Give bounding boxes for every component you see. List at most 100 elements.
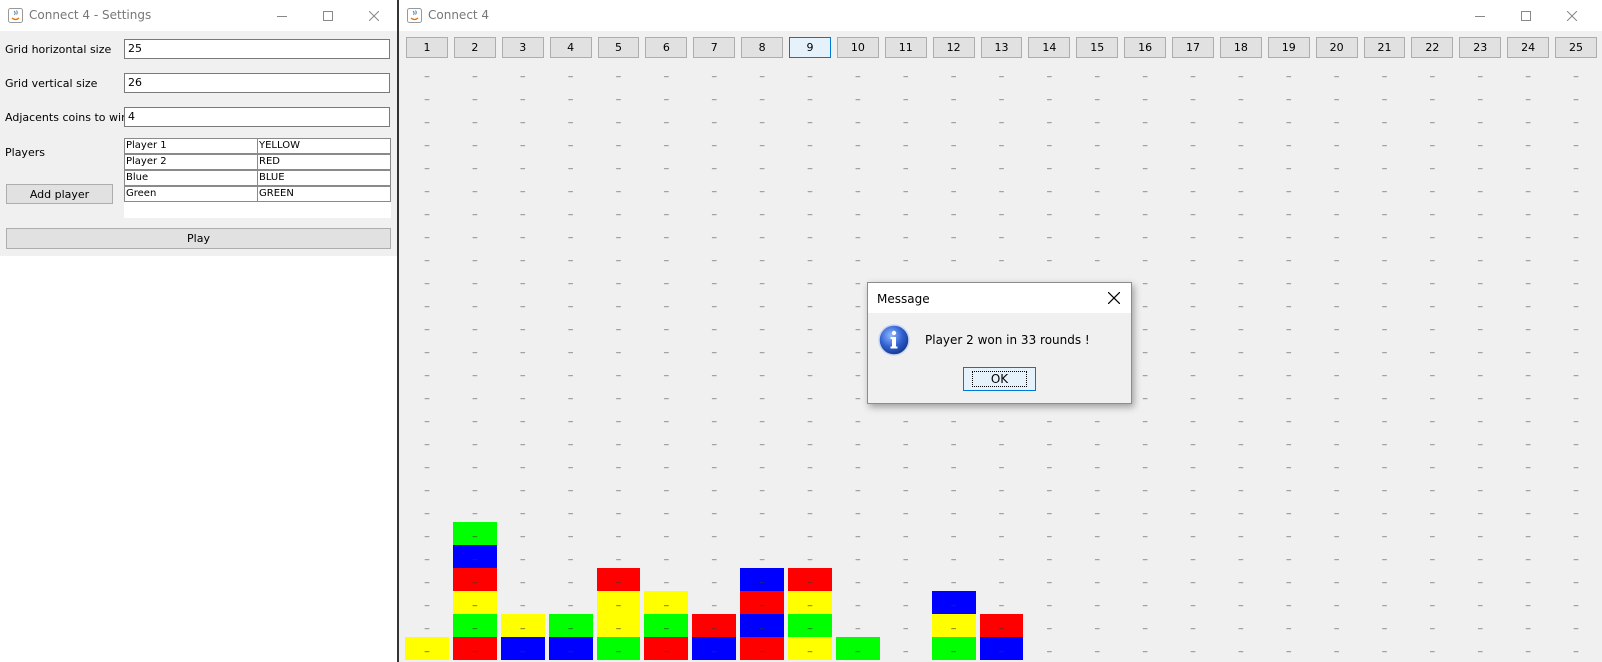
- close-button[interactable]: [351, 0, 397, 31]
- empty-cell: _: [711, 390, 717, 400]
- column-17-button[interactable]: 17: [1172, 37, 1214, 58]
- grid-horizontal-size-input[interactable]: 25: [124, 39, 390, 59]
- settings-title-bar[interactable]: Connect 4 - Settings: [0, 0, 397, 31]
- column-3-button[interactable]: 3: [501, 37, 544, 58]
- empty-cell: _: [1334, 91, 1339, 101]
- empty-cell: _: [568, 206, 573, 216]
- player-color-cell[interactable]: GREEN: [257, 186, 391, 202]
- close-icon: [369, 10, 379, 21]
- column-23-button[interactable]: 23: [1459, 37, 1502, 58]
- maximize-button[interactable]: [305, 0, 351, 31]
- column-24-button[interactable]: 24: [1507, 37, 1550, 58]
- empty-cell: _: [759, 390, 765, 400]
- empty-cell: _: [711, 367, 717, 377]
- empty-cell: _: [664, 68, 669, 78]
- column-10-button[interactable]: 10: [836, 37, 879, 58]
- add-player-button[interactable]: Add player: [6, 184, 113, 204]
- players-table[interactable]: Player 1 YELLOW Player 2 RED Blue BLUE G…: [124, 138, 391, 218]
- empty-cell: _: [1047, 597, 1052, 607]
- player-row[interactable]: Player 1 YELLOW: [124, 138, 391, 154]
- coin-cell: _: [644, 614, 689, 637]
- empty-cell: _: [1525, 68, 1531, 78]
- empty-cell: _: [951, 137, 956, 147]
- column-18-button[interactable]: 18: [1219, 37, 1262, 58]
- empty-cell: _: [1430, 344, 1435, 354]
- empty-cell: _: [759, 68, 765, 78]
- player-color-cell[interactable]: BLUE: [257, 170, 391, 186]
- empty-cell: _: [664, 390, 669, 400]
- empty-cell: _: [1142, 68, 1148, 78]
- empty-cell: _: [1286, 597, 1292, 607]
- empty-cell: _: [1286, 413, 1292, 423]
- empty-cell: _: [1238, 137, 1244, 147]
- player-row[interactable]: Player 2 RED: [124, 154, 391, 170]
- play-button[interactable]: Play: [6, 228, 391, 249]
- empty-cell: _: [568, 275, 573, 285]
- empty-cell: _: [472, 505, 478, 515]
- close-button[interactable]: [1549, 0, 1595, 31]
- empty-cell: _: [855, 551, 861, 561]
- column-1-button[interactable]: 1: [406, 37, 448, 58]
- empty-cell: _: [807, 459, 813, 469]
- column-12-button[interactable]: 12: [932, 37, 975, 58]
- game-title-bar[interactable]: Connect 4: [399, 0, 1602, 31]
- empty-cell: _: [807, 229, 813, 239]
- column-22-button[interactable]: 22: [1411, 37, 1454, 58]
- empty-cell: _: [1478, 459, 1483, 469]
- column-16-button[interactable]: 16: [1124, 37, 1167, 58]
- column-19-button[interactable]: 19: [1267, 37, 1310, 58]
- maximize-button[interactable]: [1503, 0, 1549, 31]
- empty-cell: _: [1286, 68, 1292, 78]
- minimize-button[interactable]: [1457, 0, 1503, 31]
- dialog-close-button[interactable]: [1099, 283, 1129, 313]
- empty-cell: _: [664, 229, 669, 239]
- player-row[interactable]: Green GREEN: [124, 186, 391, 202]
- player-name-cell[interactable]: Player 2: [124, 154, 258, 170]
- player-color-cell[interactable]: RED: [257, 154, 391, 170]
- player-color-cell[interactable]: YELLOW: [257, 138, 391, 154]
- ok-button[interactable]: OK: [963, 367, 1036, 391]
- column-2-button[interactable]: 2: [453, 37, 496, 58]
- coin-cell: _: [931, 591, 976, 614]
- column-7-button[interactable]: 7: [693, 37, 736, 58]
- empty-cell: _: [1382, 528, 1387, 538]
- empty-cell: _: [1573, 160, 1579, 170]
- empty-cell: _: [1382, 482, 1387, 492]
- empty-cell: _: [472, 206, 478, 216]
- empty-cell: _: [1238, 183, 1244, 193]
- empty-cell: _: [1382, 367, 1387, 377]
- empty-cell: _: [1573, 597, 1579, 607]
- empty-cell: _: [616, 344, 621, 354]
- column-21-button[interactable]: 21: [1363, 37, 1406, 58]
- empty-cell: _: [1382, 275, 1387, 285]
- column-9-button[interactable]: 9: [789, 37, 831, 58]
- column-13-button[interactable]: 13: [980, 37, 1023, 58]
- column-6-button[interactable]: 6: [645, 37, 688, 58]
- empty-cell: _: [1142, 505, 1148, 515]
- empty-cell: _: [1430, 528, 1435, 538]
- empty-cell: _: [999, 459, 1004, 469]
- column-20-button[interactable]: 20: [1315, 37, 1358, 58]
- empty-cell: _: [472, 298, 478, 308]
- column-25-button[interactable]: 25: [1555, 37, 1597, 58]
- column-4-button[interactable]: 4: [549, 37, 592, 58]
- column-8-button[interactable]: 8: [741, 37, 784, 58]
- empty-cell: _: [903, 528, 908, 538]
- player-name-cell[interactable]: Green: [124, 186, 258, 202]
- column-11-button[interactable]: 11: [884, 37, 927, 58]
- player-name-cell[interactable]: Blue: [124, 170, 258, 186]
- column-14-button[interactable]: 14: [1028, 37, 1071, 58]
- dialog-title-bar[interactable]: Message: [868, 283, 1131, 313]
- player-name-cell[interactable]: Player 1: [124, 138, 258, 154]
- grid-vertical-size-input[interactable]: 26: [124, 73, 390, 93]
- empty-cell: _: [472, 137, 478, 147]
- minimize-button[interactable]: [259, 0, 305, 31]
- empty-cell: _: [1334, 206, 1339, 216]
- column-5-button[interactable]: 5: [597, 37, 640, 58]
- empty-cell: _: [999, 137, 1004, 147]
- player-row[interactable]: Blue BLUE: [124, 170, 391, 186]
- empty-cell: _: [1478, 91, 1483, 101]
- adjacent-coins-input[interactable]: 4: [124, 107, 390, 127]
- column-15-button[interactable]: 15: [1076, 37, 1119, 58]
- empty-cell: _: [951, 436, 956, 446]
